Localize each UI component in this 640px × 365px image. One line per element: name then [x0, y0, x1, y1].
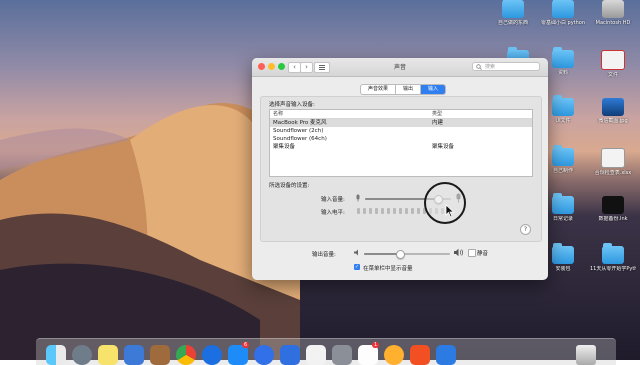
- speaker-high-icon: [454, 248, 463, 257]
- table-row[interactable]: Soundflower (64ch): [270, 135, 532, 143]
- notes-icon[interactable]: [98, 345, 118, 365]
- settings-heading: 所选设备的设置:: [269, 183, 310, 189]
- calendar-badge: 1: [372, 342, 380, 348]
- mute-checkbox[interactable]: [468, 249, 476, 257]
- table-header: 名称 类型: [270, 110, 532, 119]
- appstore-badge: 6: [242, 342, 250, 348]
- folder-icon: [552, 0, 574, 18]
- table-row[interactable]: Soundflower (2ch): [270, 127, 532, 135]
- output-volume-slider[interactable]: [364, 250, 450, 259]
- folder-icon: [602, 243, 624, 264]
- microphone-low-icon: [356, 194, 360, 202]
- wechat-work-icon[interactable]: [306, 345, 326, 365]
- desktop-icon-file[interactable]: 合规检查表.xlsx: [590, 148, 636, 176]
- appstore-icon[interactable]: [228, 345, 248, 365]
- folder-icon: [552, 47, 574, 68]
- device-table[interactable]: 名称 类型 MacBook Pro 麦克风 内建 Soundflower (2c…: [269, 109, 533, 177]
- sysprefs-icon[interactable]: [332, 345, 352, 365]
- input-panel: 选择声音输入设备: 名称 类型 MacBook Pro 麦克风 内建 Sound…: [260, 96, 542, 242]
- app-icon[interactable]: [384, 345, 404, 365]
- mute-label: 静音: [477, 251, 489, 257]
- output-volume-knob[interactable]: [396, 250, 406, 259]
- image-icon: [602, 98, 624, 116]
- office-icon[interactable]: [410, 345, 430, 365]
- tab-sound-effects[interactable]: 声音效果: [361, 85, 397, 94]
- search-placeholder: 搜索: [485, 64, 496, 70]
- desktop-icon-folder[interactable]: 零基础小白 python: [540, 0, 586, 26]
- show-in-menubar-label: 在菜单栏中显示音量: [363, 266, 413, 272]
- desktop-icon-image[interactable]: 微信截图.jpg: [590, 98, 636, 124]
- speaker-low-icon: [354, 249, 358, 256]
- title-bar: ‹ › 声音 搜索: [252, 58, 548, 77]
- desktop-icon-folder[interactable]: 11天从零开始学Python/资料: [590, 243, 636, 272]
- folder-icon: [552, 95, 574, 116]
- output-volume-label: 输出音量:: [312, 252, 336, 258]
- desktop-icon-folder[interactable]: 自己做的东西: [490, 0, 536, 26]
- app-icon: [602, 196, 624, 214]
- chrome-icon[interactable]: [176, 345, 196, 365]
- launchpad-icon[interactable]: [72, 345, 92, 365]
- sound-preferences-window: ‹ › 声音 搜索 声音效果 输出 输入 选择声音输入设备: 名称 类型 Mac: [252, 58, 548, 280]
- table-row[interactable]: 聚集设备 聚集设备: [270, 143, 532, 151]
- folder-icon: [502, 0, 524, 18]
- device-heading: 选择声音输入设备:: [269, 102, 315, 108]
- desktop-icon-macintosh-hd[interactable]: Macintosh HD: [590, 0, 636, 26]
- finder2-icon[interactable]: [436, 345, 456, 365]
- spreadsheet-icon: [601, 148, 625, 168]
- input-volume-label: 输入音量:: [321, 197, 345, 203]
- mouse-cursor-icon: [445, 204, 455, 218]
- photo-icon[interactable]: [150, 345, 170, 365]
- folder-icon: [552, 193, 574, 214]
- tab-input[interactable]: 输入: [421, 85, 446, 94]
- document-icon: [601, 50, 625, 70]
- desktop-icon-file[interactable]: 文件: [590, 50, 636, 78]
- drive-icon: [602, 0, 624, 18]
- table-row[interactable]: MacBook Pro 麦克风 内建: [270, 119, 532, 127]
- folder-icon: [552, 145, 574, 166]
- preview-icon[interactable]: [124, 345, 144, 365]
- trash-icon[interactable]: [576, 345, 596, 365]
- tab-bar: 声音效果 输出 输入: [360, 84, 447, 95]
- finder-icon[interactable]: [46, 345, 66, 365]
- column-name[interactable]: 名称: [270, 110, 429, 118]
- safari-icon[interactable]: [202, 345, 222, 365]
- folder-icon: [552, 243, 574, 264]
- calendar-icon[interactable]: [358, 345, 378, 365]
- tab-output[interactable]: 输出: [396, 85, 422, 94]
- desktop-icon-app[interactable]: 数据备份.lnk: [590, 196, 636, 222]
- xunlei-icon[interactable]: [280, 345, 300, 365]
- help-button[interactable]: ?: [520, 224, 531, 235]
- show-in-menubar-checkbox[interactable]: ✓: [354, 264, 360, 270]
- column-type[interactable]: 类型: [429, 110, 532, 118]
- baidu-icon[interactable]: [254, 345, 274, 365]
- output-volume-fill: [364, 253, 401, 255]
- dock: 6 1: [36, 338, 616, 365]
- search-field[interactable]: 搜索: [472, 62, 540, 71]
- input-level-label: 输入电平:: [321, 210, 345, 216]
- search-icon: [476, 64, 482, 70]
